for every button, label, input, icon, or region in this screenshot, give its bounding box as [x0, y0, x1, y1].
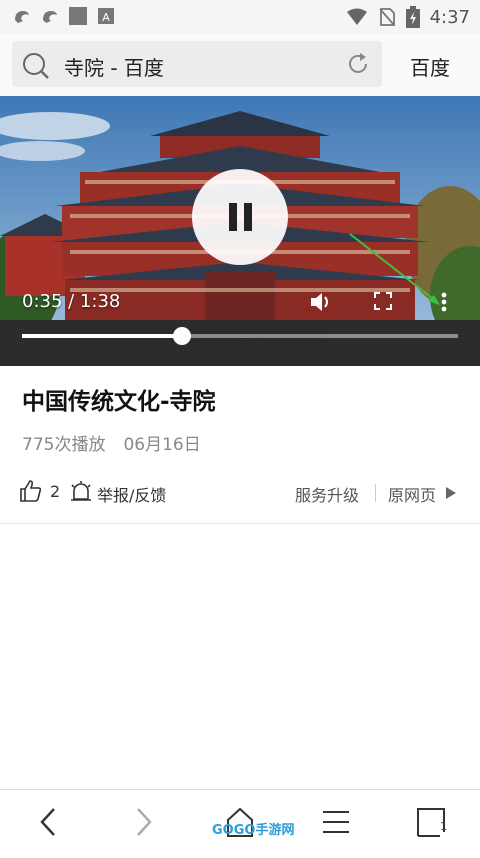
video-progress-fill [22, 334, 183, 338]
watermark: GOGO手游网 [212, 823, 295, 838]
like-count: 2 [50, 482, 61, 501]
more-options-icon[interactable] [440, 292, 448, 312]
video-progress-bar[interactable] [22, 327, 458, 345]
no-sim-icon [378, 8, 395, 26]
video-time: 0:35 / 1:38 [22, 291, 121, 312]
baidu-button[interactable]: 百度 [410, 52, 450, 81]
wifi-icon [346, 8, 367, 25]
video-title: 中国传统文化-寺院 [22, 389, 216, 415]
report-feedback-link[interactable]: 举报/反馈 [97, 482, 166, 506]
video-player[interactable]: 实现 寺院和建筑的重要性 0:35 / 1:38 [0, 96, 480, 366]
video-actions: 2 举报/反馈 服务升级 原网页 [0, 478, 480, 510]
reload-icon[interactable] [346, 52, 370, 76]
publish-date: 06月16日 [123, 435, 201, 455]
uc-browser-icon [15, 11, 29, 23]
uc-browser-icon [43, 11, 57, 23]
service-upgrade-link[interactable]: 服务升级 [295, 482, 359, 506]
menu-button[interactable] [288, 790, 384, 854]
search-query-text: 寺院 - 百度 [64, 56, 164, 80]
video-meta: 775次播放 06月16日 [22, 430, 201, 455]
pause-icon [229, 203, 252, 231]
back-arrow-icon [40, 808, 55, 836]
original-page-link[interactable]: 原网页 [388, 482, 436, 506]
status-bar: A 4:37 [0, 0, 480, 34]
divider [375, 484, 376, 502]
clock: 4:37 [429, 6, 470, 28]
play-arrow-icon [446, 487, 456, 499]
gallery-icon [69, 7, 87, 25]
battery-charging-icon [405, 6, 420, 28]
address-bar-row: 寺院 - 百度 百度 [0, 34, 480, 96]
forward-arrow-icon [137, 808, 152, 836]
search-icon [23, 53, 49, 79]
forward-button[interactable] [96, 790, 192, 854]
pause-button[interactable] [192, 169, 288, 265]
report-alarm-icon[interactable] [70, 480, 92, 502]
svg-text:A: A [102, 11, 110, 24]
play-count: 775次播放 [22, 435, 106, 455]
thumbs-up-icon[interactable] [20, 480, 42, 502]
divider [0, 523, 480, 524]
tabs-button[interactable] [384, 790, 480, 854]
volume-icon[interactable] [310, 292, 332, 312]
address-bar[interactable]: 寺院 - 百度 [12, 41, 382, 87]
tab-count: 1 [440, 820, 447, 833]
menu-icon [323, 811, 349, 833]
fullscreen-icon[interactable] [374, 292, 392, 310]
tabs-icon [417, 808, 445, 837]
font-app-icon: A [98, 8, 114, 24]
back-button[interactable] [0, 790, 96, 854]
